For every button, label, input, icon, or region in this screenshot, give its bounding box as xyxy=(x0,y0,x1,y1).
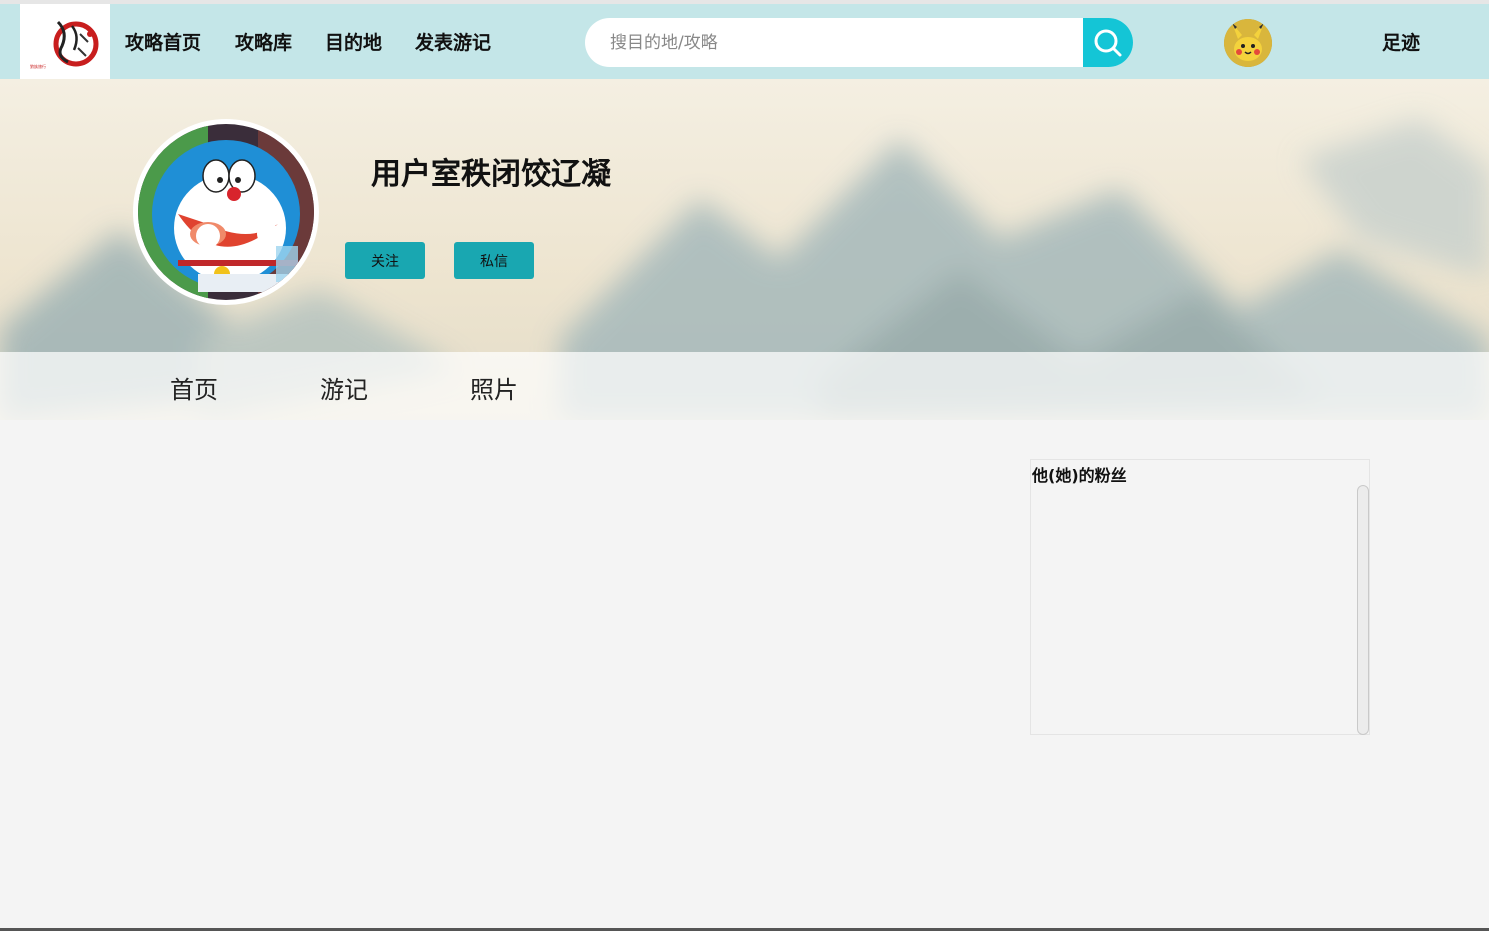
nav-publish-travelogue[interactable]: 发表游记 xyxy=(415,28,491,55)
tab-home[interactable]: 首页 xyxy=(170,370,218,405)
fans-panel-scrollbar[interactable] xyxy=(1357,485,1369,735)
fans-panel: 他(她)的粉丝 xyxy=(1030,459,1370,735)
nav-destinations[interactable]: 目的地 xyxy=(325,28,382,55)
nav-guide-home[interactable]: 攻略首页 xyxy=(125,28,201,55)
follow-button[interactable]: 关注 xyxy=(345,242,425,279)
tab-travelogues[interactable]: 游记 xyxy=(320,370,368,405)
pikachu-avatar-icon xyxy=(1224,19,1272,67)
user-avatar[interactable] xyxy=(1224,19,1272,67)
top-navbar: 狼族旅行 攻略首页 攻略库 目的地 发表游记 足迹 xyxy=(0,4,1489,79)
brand-logo[interactable]: 狼族旅行 xyxy=(20,4,110,79)
message-button[interactable]: 私信 xyxy=(454,242,534,279)
search-input[interactable] xyxy=(585,18,1083,67)
fans-panel-title: 他(她)的粉丝 xyxy=(1032,466,1127,485)
nav-guide-library[interactable]: 攻略库 xyxy=(235,28,292,55)
profile-banner: 用户室秩闭饺辽凝 关注 私信 首页 游记 照片 xyxy=(0,79,1489,420)
brand-logo-text: 狼族旅行 xyxy=(30,64,46,69)
brand-logo-icon xyxy=(53,20,99,67)
doraemon-avatar-icon xyxy=(138,124,314,300)
search-icon xyxy=(1094,29,1122,56)
profile-tab-bar: 首页 游记 照片 xyxy=(0,352,1489,420)
search-bar xyxy=(585,18,1133,67)
profile-username: 用户室秩闭饺辽凝 xyxy=(371,157,611,192)
footprint-link[interactable]: 足迹 xyxy=(1382,28,1420,55)
tab-photos[interactable]: 照片 xyxy=(470,370,518,405)
profile-avatar[interactable] xyxy=(133,119,319,305)
search-button[interactable] xyxy=(1083,18,1133,67)
